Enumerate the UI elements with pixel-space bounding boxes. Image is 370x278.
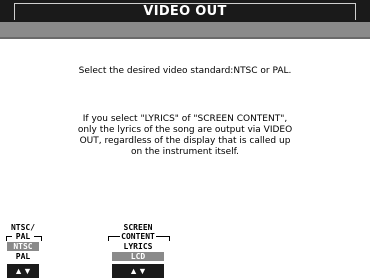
note-line-2: only the lyrics of the song are output v… [77, 125, 293, 135]
screen-content-selector[interactable]: SCREEN CONTENT LYRICS LCD ▲▼ [106, 224, 170, 278]
option-ntsc[interactable]: NTSC [7, 242, 39, 251]
instruction-text: Select the desired video standard:NTSC o… [20, 66, 350, 77]
ntsc-pal-label-line2: PAL [12, 233, 34, 241]
video-out-screen: VIDEO OUT Select the desired video stand… [0, 0, 370, 278]
title-bar: VIDEO OUT [0, 0, 370, 22]
up-down-arrow-icon: ▲▼ [14, 265, 32, 276]
option-lyrics[interactable]: LYRICS [112, 242, 164, 251]
title-frame [14, 3, 356, 20]
instruction-line: Select the desired video standard:NTSC o… [78, 66, 292, 76]
ntsc-pal-label-line1: NTSC/ [10, 223, 36, 232]
ntsc-pal-selector[interactable]: NTSC/ PAL NTSC PAL ▲▼ [4, 224, 42, 278]
option-lcd[interactable]: LCD [112, 252, 164, 261]
screen-content-label-line2: CONTENT [120, 232, 156, 241]
note-line-1: If you select "LYRICS" of "SCREEN CONTEN… [82, 114, 288, 124]
note-line-4: on the instrument itself. [130, 147, 240, 157]
note-line-3: OUT, regardless of the display that is c… [79, 136, 291, 146]
option-pal[interactable]: PAL [7, 252, 39, 261]
screen-content-label-line1: SCREEN [123, 223, 153, 232]
lyrics-note-text: If you select "LYRICS" of "SCREEN CONTEN… [20, 114, 350, 158]
header-band [0, 22, 370, 39]
screen-content-up-down-buttons[interactable]: ▲▼ [112, 264, 164, 278]
ntsc-pal-up-down-buttons[interactable]: ▲▼ [7, 264, 39, 278]
up-down-arrow-icon: ▲▼ [129, 265, 147, 276]
